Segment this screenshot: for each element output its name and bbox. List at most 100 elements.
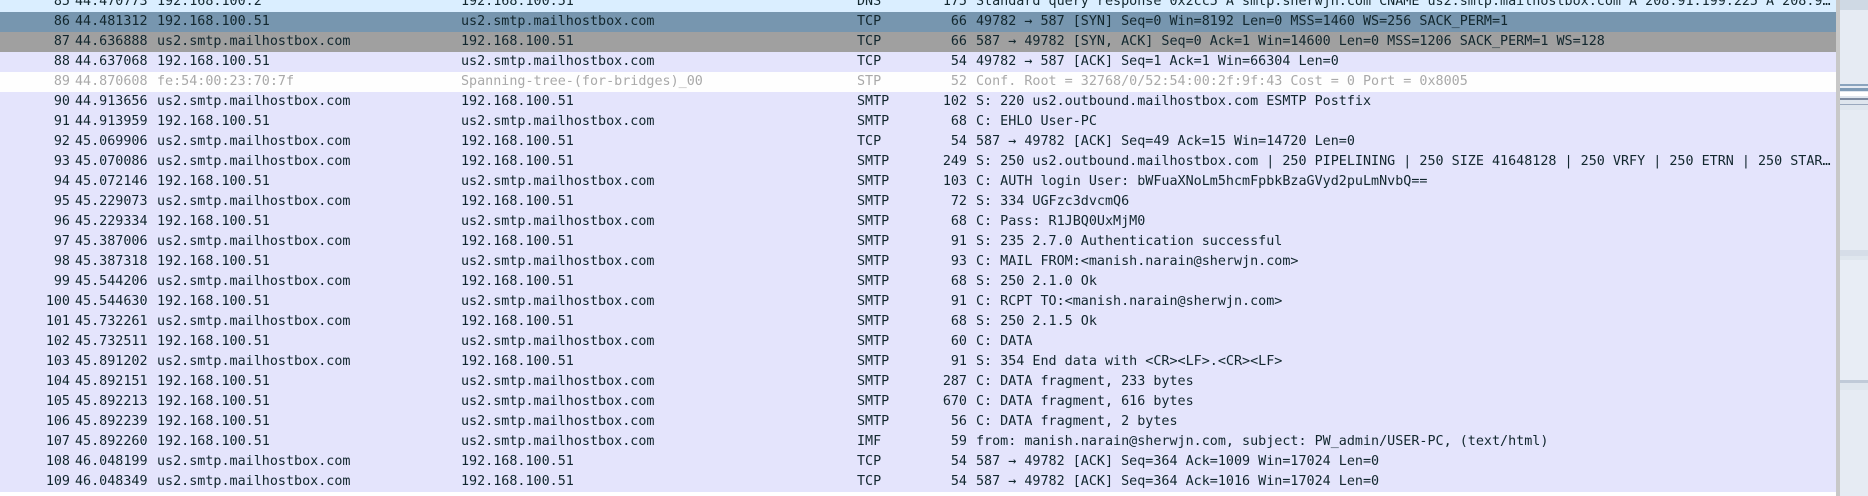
packet-source: fe:54:00:23:70:7f xyxy=(157,74,295,89)
packet-destination: us2.smtp.mailhostbox.com xyxy=(461,114,655,129)
packet-row[interactable]: 88 44.637068 192.168.100.51 us2.smtp.mailho… xyxy=(0,52,1836,72)
packet-info: 587 → 49782 [ACK] Seq=364 Ack=1009 Win=1… xyxy=(976,454,1380,469)
packet-row[interactable]: 87 44.636888 us2.smtp.mailhostbox.com 192.1… xyxy=(0,32,1836,52)
minimap-band xyxy=(1836,390,1868,496)
packet-protocol: TCP xyxy=(857,134,882,149)
packet-row[interactable]: 105 45.892213 192.168.100.51 us2.smtp.mailh… xyxy=(0,392,1836,412)
packet-length: 68 xyxy=(950,114,967,129)
packet-number: 95 xyxy=(53,194,70,209)
packet-length: 68 xyxy=(950,314,967,329)
packet-source: us2.smtp.mailhostbox.com xyxy=(157,274,351,289)
packet-row[interactable]: 89 44.870608 fe:54:00:23:70:7f Spanning-tre… xyxy=(0,72,1836,92)
minimap-band xyxy=(1836,84,1868,86)
packet-length: 54 xyxy=(950,54,967,69)
packet-number: 107 xyxy=(45,434,70,449)
packet-time: 45.069906 xyxy=(75,134,148,149)
packet-protocol: TCP xyxy=(857,474,882,489)
packet-length: 54 xyxy=(950,474,967,489)
packet-destination: 192.168.100.51 xyxy=(461,274,574,289)
packet-time: 46.048199 xyxy=(75,454,148,469)
packet-protocol: SMTP xyxy=(857,234,890,249)
packet-row[interactable]: 106 45.892239 192.168.100.51 us2.smtp.mailh… xyxy=(0,412,1836,432)
packet-length: 68 xyxy=(950,214,967,229)
packet-time: 45.892151 xyxy=(75,374,148,389)
packet-info: S: 250 us2.outbound.mailhostbox.com | 25… xyxy=(976,154,1834,169)
packet-time: 45.544630 xyxy=(75,294,148,309)
packet-row[interactable]: 94 45.072146 192.168.100.51 us2.smtp.mailho… xyxy=(0,172,1836,192)
packet-destination: us2.smtp.mailhostbox.com xyxy=(461,334,655,349)
packet-row[interactable]: 92 45.069906 us2.smtp.mailhostbox.com 192.1… xyxy=(0,132,1836,152)
packet-info: C: DATA fragment, 233 bytes xyxy=(976,374,1194,389)
packet-info: 587 → 49782 [ACK] Seq=49 Ack=15 Win=1472… xyxy=(976,134,1355,149)
packet-protocol: SMTP xyxy=(857,114,890,129)
packet-time: 45.229073 xyxy=(75,194,148,209)
packet-source: us2.smtp.mailhostbox.com xyxy=(157,154,351,169)
packet-protocol: TCP xyxy=(857,34,882,49)
packet-number: 85 xyxy=(53,0,70,9)
packet-length: 54 xyxy=(950,454,967,469)
packet-destination: 192.168.100.51 xyxy=(461,134,574,149)
packet-row[interactable]: 99 45.544206 us2.smtp.mailhostbox.com 192.1… xyxy=(0,272,1836,292)
packet-source: us2.smtp.mailhostbox.com xyxy=(157,474,351,489)
packet-destination: 192.168.100.51 xyxy=(461,474,574,489)
packet-destination: Spanning-tree-(for-bridges)_00 xyxy=(461,74,703,89)
packet-row[interactable]: 85 44.470773 192.168.100.2 192.168.100.51 DN… xyxy=(0,0,1836,12)
packet-number: 96 xyxy=(53,214,70,229)
packet-number: 86 xyxy=(53,14,70,29)
packet-time: 44.913959 xyxy=(75,114,148,129)
packet-destination: us2.smtp.mailhostbox.com xyxy=(461,414,655,429)
packet-destination: us2.smtp.mailhostbox.com xyxy=(461,394,655,409)
packet-destination: 192.168.100.51 xyxy=(461,314,574,329)
packet-time: 45.892213 xyxy=(75,394,148,409)
packet-time: 45.229334 xyxy=(75,214,148,229)
packet-source: 192.168.100.51 xyxy=(157,294,270,309)
packet-protocol: SMTP xyxy=(857,214,890,229)
packet-row[interactable]: 101 45.732261 us2.smtp.mailhostbox.com 192.… xyxy=(0,312,1836,332)
packet-row[interactable]: 108 46.048199 us2.smtp.mailhostbox.com 192.… xyxy=(0,452,1836,472)
packet-number: 108 xyxy=(45,454,70,469)
minimap-band xyxy=(1836,92,1868,96)
packet-length: 103 xyxy=(942,174,967,189)
packet-info: S: 250 2.1.5 Ok xyxy=(976,314,1097,329)
packet-info: S: 220 us2.outbound.mailhostbox.com ESMT… xyxy=(976,94,1372,109)
packet-row[interactable]: 98 45.387318 192.168.100.51 us2.smtp.mailho… xyxy=(0,252,1836,272)
packet-row[interactable]: 102 45.732511 192.168.100.51 us2.smtp.mailh… xyxy=(0,332,1836,352)
packet-number: 104 xyxy=(45,374,70,389)
packet-time: 46.048349 xyxy=(75,474,148,489)
packet-length: 56 xyxy=(950,414,967,429)
vertical-scrollbar[interactable] xyxy=(1836,0,1840,496)
packet-source: 192.168.100.51 xyxy=(157,374,270,389)
packet-source: 192.168.100.51 xyxy=(157,414,270,429)
packet-row[interactable]: 95 45.229073 us2.smtp.mailhostbox.com 192.1… xyxy=(0,192,1836,212)
packet-row[interactable]: 96 45.229334 192.168.100.51 us2.smtp.mailho… xyxy=(0,212,1836,232)
packet-row[interactable]: 93 45.070086 us2.smtp.mailhostbox.com 192.1… xyxy=(0,152,1836,172)
packet-row[interactable]: 109 46.048349 us2.smtp.mailhostbox.com 192.… xyxy=(0,472,1836,492)
packet-protocol: SMTP xyxy=(857,294,890,309)
packet-number: 94 xyxy=(53,174,70,189)
packet-source: us2.smtp.mailhostbox.com xyxy=(157,194,351,209)
packet-source: us2.smtp.mailhostbox.com xyxy=(157,354,351,369)
packet-row[interactable]: 91 44.913959 192.168.100.51 us2.smtp.mailho… xyxy=(0,112,1836,132)
packet-row[interactable]: 103 45.891202 us2.smtp.mailhostbox.com 192.… xyxy=(0,352,1836,372)
packet-row[interactable]: 90 44.913656 us2.smtp.mailhostbox.com 192.1… xyxy=(0,92,1836,112)
packet-time: 45.387318 xyxy=(75,254,148,269)
packet-length: 52 xyxy=(950,74,967,89)
packet-row[interactable]: 97 45.387006 us2.smtp.mailhostbox.com 192.1… xyxy=(0,232,1836,252)
packet-protocol: IMF xyxy=(857,434,882,449)
packet-list[interactable]: 85 44.470773 192.168.100.2 192.168.100.51 DN… xyxy=(0,0,1836,492)
packet-row[interactable]: 104 45.892151 192.168.100.51 us2.smtp.mailh… xyxy=(0,372,1836,392)
packet-minimap[interactable] xyxy=(1836,0,1868,496)
packet-source: us2.smtp.mailhostbox.com xyxy=(157,314,351,329)
packet-info: C: DATA fragment, 2 bytes xyxy=(976,414,1178,429)
packet-number: 87 xyxy=(53,34,70,49)
packet-row[interactable]: 86 44.481312 192.168.100.51 us2.smtp.mailho… xyxy=(0,12,1836,32)
packet-time: 45.070086 xyxy=(75,154,148,169)
packet-row[interactable]: 107 45.892260 192.168.100.51 us2.smtp.mailh… xyxy=(0,432,1836,452)
minimap-band xyxy=(1836,104,1868,105)
packet-time: 45.732511 xyxy=(75,334,148,349)
packet-number: 92 xyxy=(53,134,70,149)
packet-length: 91 xyxy=(950,354,967,369)
packet-destination: us2.smtp.mailhostbox.com xyxy=(461,374,655,389)
packet-info: S: 334 UGFzc3dvcmQ6 xyxy=(976,194,1130,209)
packet-row[interactable]: 100 45.544630 192.168.100.51 us2.smtp.mailh… xyxy=(0,292,1836,312)
